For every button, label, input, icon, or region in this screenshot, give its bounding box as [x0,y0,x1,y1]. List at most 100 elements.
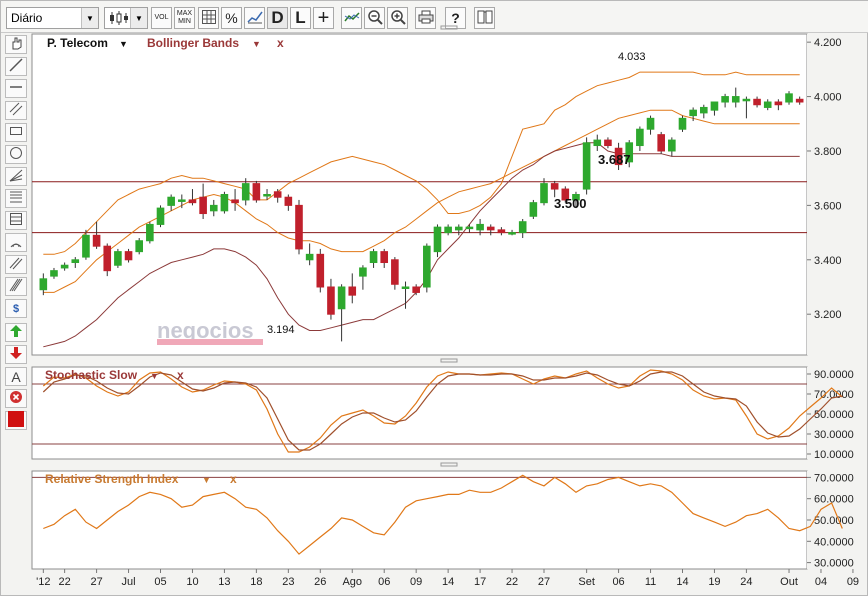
candle-body [295,204,303,250]
x-tick-label: 26 [314,576,326,588]
y-tick-label: 3.800 [814,146,842,158]
price-pane-axis-area [807,34,865,355]
candle-body [668,139,676,152]
candle-body [82,234,90,258]
candle-body [220,194,229,212]
stochastic-pane [31,366,808,460]
pane-splitter-grip [440,358,458,363]
x-tick-label: 19 [708,576,720,588]
candle-body [699,106,708,114]
watermark-bar [157,339,263,345]
x-tick-label: 14 [676,576,688,588]
candle-body [433,226,442,253]
y-tick-label: 3.200 [814,309,842,321]
candle-body [604,139,612,147]
y-tick-label: 50.0000 [814,515,854,527]
bollinger-dropdown-icon[interactable]: ▼ [252,39,261,49]
candle-body [518,221,527,234]
candle-body [731,96,740,103]
y-tick-label: 90.0000 [814,369,854,381]
candle-body [497,229,506,234]
candle-body [39,278,48,291]
x-tick-label: '12 [36,576,50,588]
candle-body [252,183,261,201]
x-tick-label: 18 [250,576,262,588]
candle-body [284,196,293,206]
x-tick-label: 10 [186,576,198,588]
x-tick-label: Jul [122,576,136,588]
rsi-title[interactable]: Relative Strength Index [45,472,179,486]
price-pane [31,33,808,356]
candle-body [305,253,314,261]
candle-body [135,240,144,253]
candle-body [188,199,197,204]
rsi-dropdown-icon[interactable]: ▼ [202,475,211,485]
candle-body [71,259,80,264]
candle-body [412,286,420,293]
symbol-dropdown-icon[interactable]: ▼ [119,39,128,49]
candle-body [241,183,250,201]
x-tick-label: 11 [645,576,656,588]
candle-body [721,96,729,103]
candle-body [582,142,591,190]
candle-body [103,245,112,272]
candle-body [114,251,122,266]
candle-body [689,109,697,117]
bollinger-close-icon[interactable]: x [277,36,284,50]
candle-body [465,226,474,230]
candle-body [369,251,378,264]
y-tick-label: 70.0000 [814,472,854,484]
symbol-title[interactable]: P. Telecom [47,36,108,50]
stochastic-title[interactable]: Stochastic Slow [45,368,138,382]
candle-body [391,259,399,285]
y-tick-label: 3.600 [814,200,842,212]
x-tick-label: 22 [506,576,518,588]
candle-body [795,98,804,103]
rsi-close-icon[interactable]: x [230,472,237,486]
x-tick-label: 13 [218,576,230,588]
x-tick-label: 23 [282,576,294,588]
chart-application: Diário ▼ ▼ VOL MAX MIN % D L + ? $ A 4.2… [0,0,868,596]
candle-body [359,267,367,277]
candle-body [146,223,154,242]
x-tick-label: 14 [442,576,454,588]
x-tick-label: 24 [740,576,752,588]
y-tick-label: 3.400 [814,255,842,267]
x-tick-label: 17 [474,576,486,588]
pane-splitter-grip [440,462,458,467]
candle-body [678,117,687,130]
candle-body [199,196,207,215]
candle-body [657,134,665,152]
candle-body [529,202,538,217]
candle-body [710,101,719,111]
candle-body [486,226,495,231]
bollinger-title[interactable]: Bollinger Bands [147,36,239,50]
candle-body [380,251,389,264]
candle-body [785,93,793,103]
y-tick-label: 50.0000 [814,409,854,421]
y-tick-label: 30.0000 [814,429,854,441]
candle-body [444,226,452,234]
y-tick-label: 30.0000 [814,558,854,570]
stochastic-close-icon[interactable]: x [177,368,184,382]
candle-body [316,253,325,288]
stochastic-dropdown-icon[interactable]: ▼ [150,371,159,381]
candle-body [348,286,357,296]
candle-body [636,128,644,147]
candle-body [167,196,175,206]
candle-body [92,234,101,247]
candle-body [124,251,133,261]
candle-body [178,199,186,202]
x-tick-label: 09 [410,576,422,588]
candle-body [156,207,165,225]
y-tick-label: 60.0000 [814,494,854,506]
y-tick-label: 40.0000 [814,536,854,548]
candle-body [763,101,772,108]
candle-body [646,117,655,130]
pane-splitter-grip [440,25,458,30]
candle-body [273,191,282,198]
high-annotation: 4.033 [618,51,646,63]
candle-body [593,139,602,147]
x-tick-label: Out [780,576,798,588]
x-tick-label: 06 [612,576,624,588]
